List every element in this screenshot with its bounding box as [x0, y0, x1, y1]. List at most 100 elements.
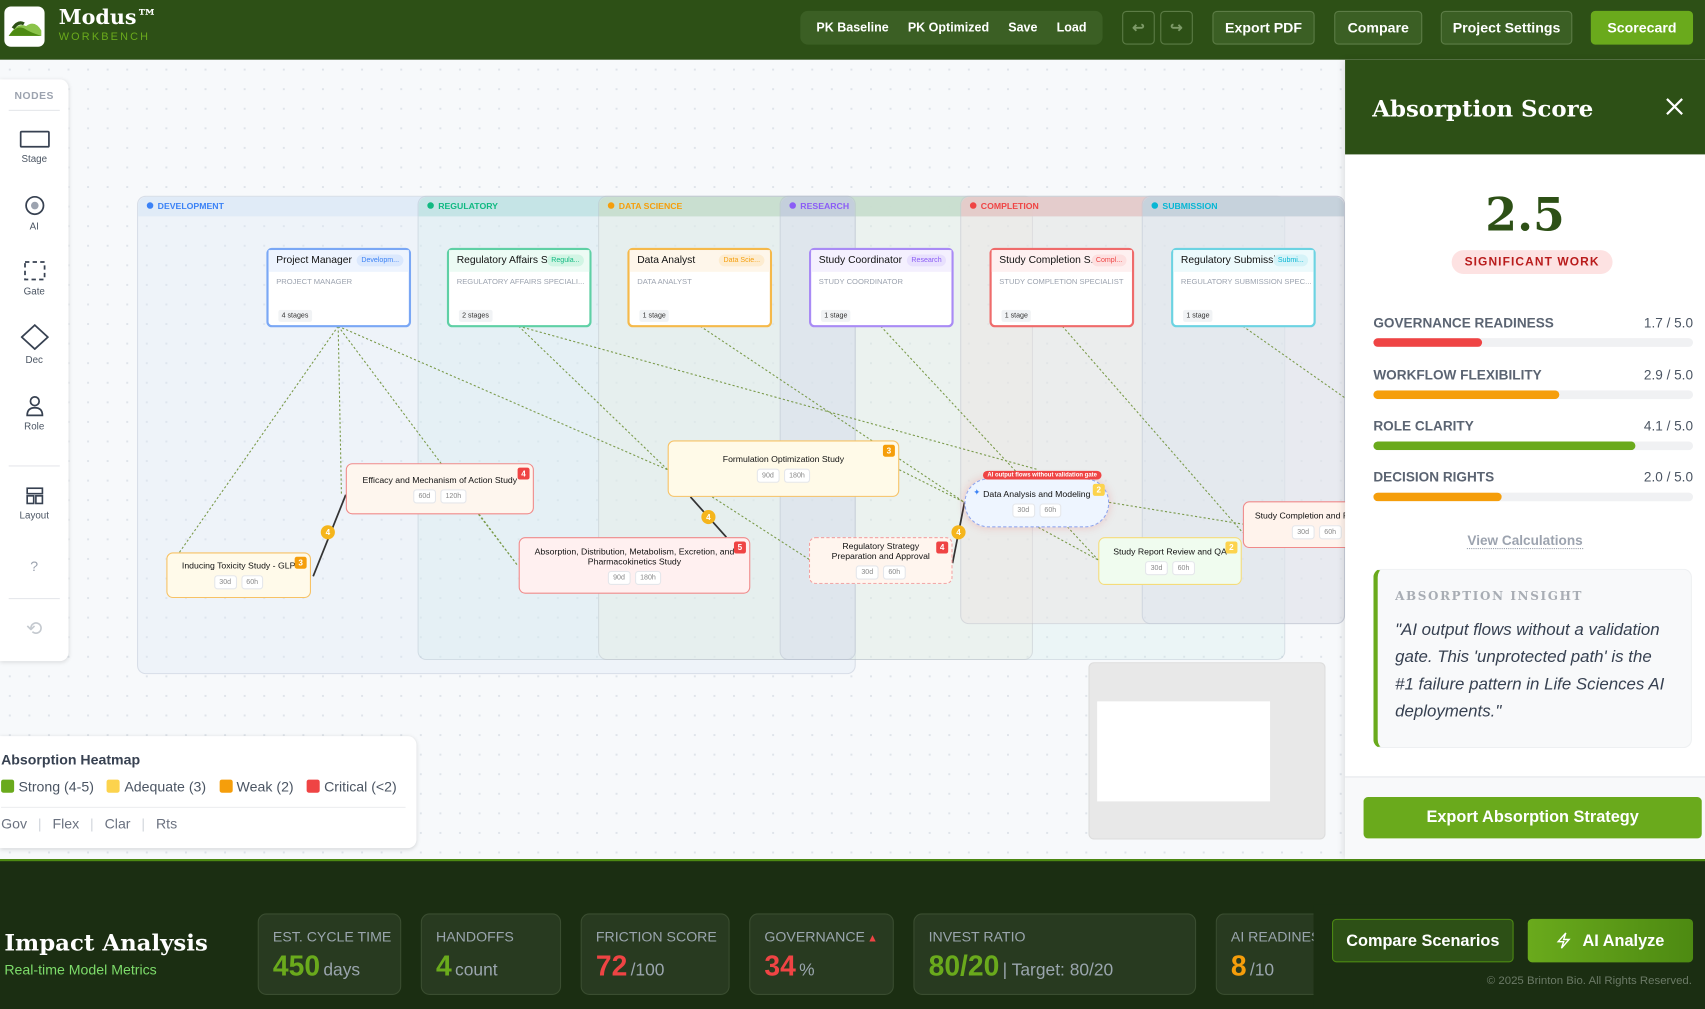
- stage-node[interactable]: Study Report Review and QA 30d 60h 2: [1098, 537, 1242, 586]
- stage-node[interactable]: Formulation Optimization Study 90d 180h 3: [667, 440, 900, 497]
- export-absorption-strategy-button[interactable]: Export Absorption Strategy: [1363, 797, 1702, 839]
- hours-pill: 180h: [783, 468, 811, 483]
- role-tag: Developm...: [356, 254, 404, 267]
- edge: [337, 326, 342, 495]
- card-value: 80/20: [928, 949, 1000, 982]
- edge-handoff-badge: 4: [701, 509, 716, 525]
- stage-title: Study Report Review and QA: [1113, 546, 1227, 557]
- card-unit: /10: [1249, 961, 1275, 980]
- absorption-insight-card: ABSORPTION INSIGHT "AI output flows with…: [1373, 568, 1692, 749]
- minimap[interactable]: [1088, 662, 1326, 840]
- tool-label: AI: [29, 220, 39, 232]
- lightning-icon: [1557, 932, 1572, 949]
- legend-label: Adequate (3): [124, 778, 207, 795]
- score-badge: 2: [1092, 483, 1105, 496]
- role-subtitle: PROJECT MANAGER: [276, 278, 353, 286]
- duration-pill: 30d: [1291, 524, 1315, 539]
- card-value: 72: [595, 949, 628, 982]
- scorecard-button[interactable]: Scorecard: [1590, 10, 1694, 45]
- role-stage-count: 2 stages: [458, 309, 493, 322]
- metric-role-clarity: ROLE CLARITY 4.1 / 5.0: [1373, 418, 1694, 451]
- ai-analyze-label: AI Analyze: [1582, 931, 1665, 950]
- card-unit: | Target: 80/20: [1002, 961, 1114, 980]
- role-stage-count: 1 stage: [1001, 309, 1032, 322]
- edge-handoff-badge: 4: [320, 525, 335, 540]
- insight-title: ABSORPTION INSIGHT: [1395, 589, 1584, 604]
- role-tag: Submi...: [1273, 254, 1309, 267]
- legend-items: Strong (4-5) Adequate (3) Weak (2) Criti…: [1, 779, 397, 795]
- validation-warning-badge: AI output flows without validation gate: [982, 470, 1102, 480]
- add-gate-tool[interactable]: Gate: [0, 260, 69, 297]
- hours-pill: 60h: [1172, 561, 1195, 576]
- palette-title: NODES: [14, 90, 54, 103]
- metric-decision-rights: DECISION RIGHTS 2.0 / 5.0: [1373, 469, 1694, 502]
- heatmap-dimensions: Gov | Flex | Clar | Rts: [1, 815, 178, 832]
- card-label: EST. CYCLE TIME: [272, 928, 392, 945]
- heatmap-title: Absorption Heatmap: [1, 751, 141, 768]
- auto-layout-button[interactable]: Layout: [0, 486, 69, 521]
- compare-button[interactable]: Compare: [1334, 10, 1423, 45]
- role-tag: Research: [907, 254, 947, 267]
- heatmap-legend: Absorption Heatmap Strong (4-5) Adequate…: [0, 736, 417, 849]
- card-label: INVEST RATIO: [928, 928, 1026, 945]
- stage-node[interactable]: Absorption, Distribution, Metabolism, Ex…: [518, 537, 751, 594]
- role-node-regulatory-affairs[interactable]: Regulatory Affairs S... Regula... REGULA…: [446, 247, 592, 328]
- edge: [1109, 501, 1243, 525]
- stage-node[interactable]: Efficacy and Mechanism of Action Study 6…: [345, 463, 534, 515]
- absorption-score-panel: Absorption Score 2.5 SIGNIFICANT WORK GO…: [1345, 59, 1705, 860]
- legend-strong: Strong (4-5): [1, 779, 94, 795]
- metric-value: 4.1 / 5.0: [1643, 418, 1694, 434]
- minimap-viewport[interactable]: [1097, 701, 1271, 802]
- role-subtitle: REGULATORY SUBMISSION SPEC...: [1180, 278, 1312, 286]
- add-stage-tool[interactable]: Stage: [0, 129, 69, 164]
- add-ai-tool[interactable]: AI: [0, 195, 69, 232]
- duration-pill: 90d: [607, 570, 631, 585]
- metric-bar-fill: [1373, 338, 1483, 347]
- metric-value: 2.9 / 5.0: [1643, 367, 1694, 383]
- metric-value: 2.0 / 5.0: [1643, 469, 1694, 485]
- role-node-study-coordinator[interactable]: Study Coordinator Research STUDY COORDIN…: [809, 247, 954, 328]
- role-person-icon: [25, 396, 43, 417]
- card-value: 34: [764, 949, 796, 982]
- tool-label: Layout: [19, 509, 49, 521]
- hours-pill: 60h: [882, 565, 906, 580]
- edge: [1242, 325, 1346, 399]
- dim-flex: Flex: [52, 815, 80, 832]
- metric-workflow-flexibility: WORKFLOW FLEXIBILITY 2.9 / 5.0: [1373, 367, 1694, 400]
- legend-label: Weak (2): [236, 778, 294, 795]
- card-label: HANDOFFS: [436, 928, 514, 945]
- stage-node[interactable]: Inducing Toxicity Study - GLP 30d 60h 3: [166, 552, 311, 599]
- role-node-regulatory-submission[interactable]: Regulatory Submissi... Submi... REGULATO…: [1171, 247, 1316, 328]
- add-decision-tool[interactable]: Dec: [0, 324, 69, 365]
- app: Modus™ WORKBENCH PK Baseline PK Optimize…: [0, 0, 1705, 1009]
- role-node-data-analyst[interactable]: Data Analyst Data Scie... DATA ANALYST 1…: [627, 247, 773, 328]
- edge-handoff-badge: 4: [951, 525, 966, 540]
- hours-pill: 60h: [240, 575, 264, 590]
- view-calculations-link[interactable]: View Calculations: [1467, 532, 1583, 550]
- card-value: 450: [272, 949, 321, 982]
- stage-title: Data Analysis and Modeling: [983, 488, 1091, 499]
- role-tag: Compl...: [1091, 254, 1127, 267]
- card-label: FRICTION SCORE: [595, 928, 717, 945]
- card-value: 4: [436, 949, 452, 982]
- stage-node[interactable]: Regulatory Strategy Preparation and Appr…: [809, 537, 953, 584]
- project-settings-button[interactable]: Project Settings: [1440, 10, 1573, 45]
- role-node-study-completion[interactable]: Study Completion S... Compl... STUDY COM…: [989, 247, 1135, 328]
- impact-subtitle: Real-time Model Metrics: [4, 961, 157, 978]
- close-icon[interactable]: [1666, 98, 1683, 115]
- help-button[interactable]: ?: [0, 558, 69, 574]
- compare-scenarios-button[interactable]: Compare Scenarios: [1332, 918, 1514, 963]
- metric-bar-fill: [1373, 390, 1559, 400]
- add-role-tool[interactable]: Role: [0, 395, 69, 432]
- ai-node[interactable]: ✦ Data Analysis and Modeling 30d 60h 2: [964, 478, 1110, 528]
- refresh-icon[interactable]: ⟲: [0, 618, 69, 641]
- metric-card-invest-ratio: INVEST RATIO 80/20 | Target: 80/20: [913, 913, 1197, 995]
- hours-pill: 60h: [1038, 502, 1062, 518]
- edge: [478, 513, 519, 566]
- ai-analyze-button[interactable]: AI Analyze: [1527, 918, 1694, 963]
- role-node-project-manager[interactable]: Project Manager Developm... PROJECT MANA…: [266, 247, 412, 328]
- duration-pill: 90d: [756, 468, 780, 483]
- gate-dashed-square-icon: [23, 261, 45, 281]
- stage-title: Absorption, Distribution, Metabolism, Ex…: [534, 546, 735, 566]
- hours-pill: 180h: [634, 570, 662, 585]
